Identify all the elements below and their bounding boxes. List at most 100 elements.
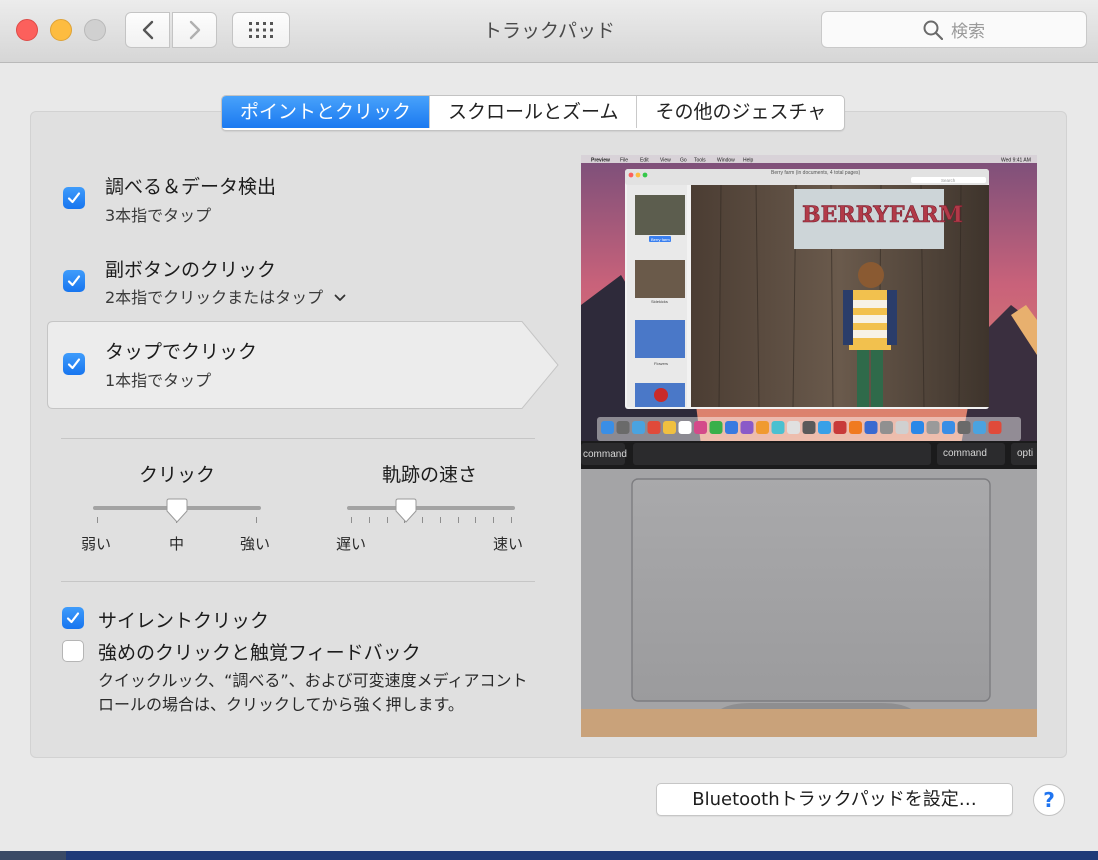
slider-tick [369,517,370,523]
preview-dock-icon [647,421,661,434]
slider-tick [256,517,257,523]
preview-dock-icon [740,421,754,434]
click-slider-knob[interactable] [166,498,188,524]
preview-dock-icon [632,421,645,434]
preview-sign-text: BERRYFARM [802,202,963,228]
selected-option-highlight [47,321,559,409]
preview-dock-icon [849,421,862,434]
tap-to-click-checkbox[interactable] [63,353,85,375]
preview-menu-item: View [660,158,671,164]
checkmark-icon [67,358,81,370]
preview-dock-icon [725,421,738,434]
tracking-label-slow: 遅い [336,535,367,553]
search-field[interactable]: 検索 [821,11,1087,48]
preview-dock-icon [601,421,614,434]
grid-icon [249,22,273,38]
preview-dock-icon [616,421,630,434]
preview-key-option: opti [1017,448,1033,459]
tab-scroll-and-zoom[interactable]: スクロールとズーム [430,96,638,128]
tracking-label-fast: 速い [493,535,524,553]
checkmark-icon [66,612,80,624]
click-slider-title: クリック [139,464,216,486]
preview-dock-icon [911,421,924,434]
preview-dock-icon [771,421,785,434]
tracking-speed-track[interactable] [347,506,515,510]
tab-more-gestures[interactable]: その他のジェスチャ [637,96,844,128]
preview-dock-icon [787,421,800,434]
lookup-checkbox[interactable] [63,187,85,209]
preview-menu-item: Window [717,158,735,164]
show-all-button[interactable] [232,12,290,48]
slider-tick [493,517,494,523]
click-label-light: 弱い [81,535,112,553]
preview-dock-icon [957,421,971,434]
search-placeholder: 検索 [951,22,985,42]
zoom-button[interactable] [84,19,106,41]
preview-illustration: Preview File Edit View Go Tools Window Help Wed… [581,155,1037,737]
preview-dock-icon [663,421,676,434]
slider-tick [511,517,512,523]
lookup-subtitle: 3本指でタップ [105,206,212,225]
preview-key-command-left: command [583,449,627,460]
tap-to-click-title: タップでクリック [105,341,258,363]
divider [61,438,535,439]
preview-thumb-label: Sidekicks [651,299,668,304]
slider-tick [440,517,441,523]
force-click-checkbox[interactable] [62,640,84,662]
tab-bar: ポイントとクリック スクロールとズーム その他のジェスチャ [221,95,846,131]
help-button[interactable]: ? [1033,784,1065,816]
chevron-down-icon [334,294,346,301]
preview-dock-icon [880,421,893,434]
preview-menu-item: Preview [591,158,610,164]
preview-menu-item: File [620,158,628,164]
silent-click-checkbox[interactable] [62,607,84,629]
click-label-medium: 中 [169,535,185,553]
silent-click-label: サイレントクリック [98,610,270,632]
secondary-click-subtitle: 2本指でクリックまたはタップ [105,288,324,307]
tab-point-and-click[interactable]: ポイントとクリック [222,96,431,128]
close-button[interactable] [16,19,38,41]
preview-dock-icon [678,421,692,434]
secondary-click-checkbox[interactable] [63,270,85,292]
divider [61,581,535,582]
checkmark-icon [67,275,81,287]
desktop-strip [0,851,1098,860]
titlebar: トラックパッド 検索 [0,0,1098,63]
preview-dock-icon [973,421,986,434]
preview-thumb-label: Berry farm [651,237,670,242]
preview-menu-item: Go [680,158,687,164]
force-click-label: 強めのクリックと触覚フィードバック [98,642,421,664]
preview-dock-icon [942,421,955,434]
preview-menu-item: Edit [640,158,649,164]
preview-dock-icon [895,421,909,434]
gesture-preview: Preview File Edit View Go Tools Window Help Wed… [581,155,1037,737]
secondary-click-popup[interactable]: 2本指でクリックまたはタップ [105,284,346,308]
force-click-description: クイックルック、“調べる”、および可変速度メディアコントロールの場合は、クリック… [98,671,528,714]
preview-doc-title: Berry farm (in documents, 4 total pages) [771,170,861,176]
preview-dock-icon [694,421,707,434]
preview-clock: Wed 9:41 AM [1001,158,1031,164]
forward-button[interactable] [172,12,217,48]
slider-tick [422,517,423,523]
preview-dock-icon [802,421,816,434]
tap-to-click-subtitle: 1本指でタップ [105,371,212,390]
preview-key-command-right: command [943,448,987,459]
preview-menu-item: Help [743,158,754,164]
preview-dock-icon [833,421,847,434]
back-button[interactable] [125,12,170,48]
chevron-left-icon [142,20,153,40]
preview-dock-icon [818,421,831,434]
preview-thumb-label: Flowers [654,361,668,366]
minimize-button[interactable] [50,19,72,41]
slider-tick [475,517,476,523]
tracking-speed-knob[interactable] [395,498,417,524]
slider-tick [387,517,388,523]
preview-dock-icon [864,421,878,434]
slider-tick [458,517,459,523]
slider-tick [97,517,98,523]
preview-dock-icon [926,421,940,434]
preview-menu-item: Tools [694,158,706,164]
setup-bluetooth-trackpad-button[interactable]: Bluetoothトラックパッドを設定… [656,783,1013,816]
dock-edge [66,851,1098,860]
system-preferences-window: トラックパッド 検索 ポイントとクリック スクロールとズーム その他のジェスチャ… [0,0,1098,851]
